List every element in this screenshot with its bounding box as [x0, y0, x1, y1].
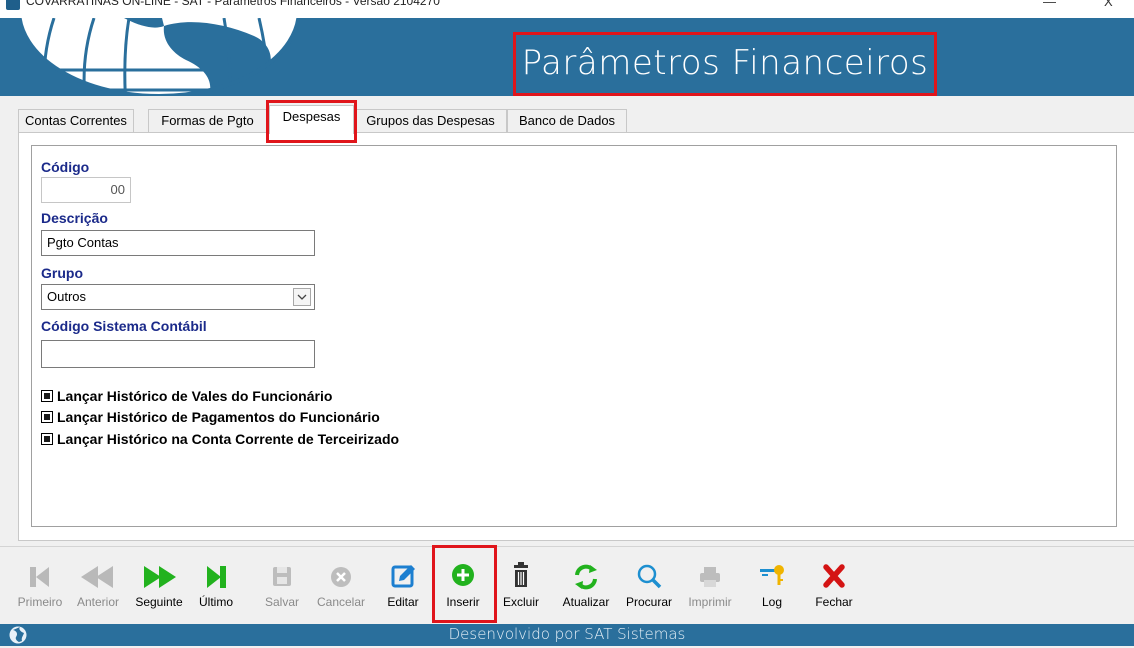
ultimo-button[interactable]: Último [193, 559, 239, 609]
globe-logo [14, 18, 304, 96]
app-icon [6, 0, 20, 10]
codigo-contabil-field[interactable] [41, 340, 315, 368]
window-title: COVARRATINAS ON-LINE - SAT - Parâmetros … [26, 0, 440, 8]
status-text: Desenvolvido por SAT Sistemas [448, 625, 686, 643]
refresh-icon [554, 559, 618, 593]
key-icon [757, 559, 787, 593]
primeiro-button[interactable]: Primeiro [12, 559, 68, 609]
check-vales-funcionario[interactable]: Lançar Histórico de Vales do Funcionário [41, 388, 332, 404]
cancelar-button[interactable]: Cancelar [310, 559, 372, 609]
tab-formas-de-pgto[interactable]: Formas de Pgto [148, 109, 267, 133]
check-pagamentos-label: Lançar Histórico de Pagamentos do Funcio… [57, 409, 380, 425]
form-frame [31, 145, 1117, 527]
imprimir-button[interactable]: Imprimir [683, 559, 737, 609]
last-record-icon [193, 559, 239, 593]
first-record-icon [12, 559, 68, 593]
tab-banco-de-dados[interactable]: Banco de Dados [507, 109, 627, 133]
header-title-highlight: Parâmetros Financeiros [513, 32, 937, 96]
editar-button[interactable]: Editar [380, 559, 426, 609]
check-vales-label: Lançar Histórico de Vales do Funcionário [57, 388, 333, 404]
check-pagamentos-funcionario[interactable]: Lançar Histórico de Pagamentos do Funcio… [41, 409, 380, 425]
close-window-button[interactable]: X [1104, 0, 1113, 9]
codigo-label: Código [41, 159, 90, 175]
procurar-label: Procurar [625, 595, 672, 609]
salvar-button[interactable]: Salvar [257, 559, 307, 609]
codigo-contabil-label: Código Sistema Contábil [41, 318, 207, 334]
salvar-label: Salvar [264, 595, 299, 609]
minimize-button[interactable]: — [1043, 0, 1056, 9]
grupo-select-value: Outros [47, 289, 87, 304]
codigo-field: 00 [41, 177, 131, 203]
checkbox-icon[interactable] [41, 390, 53, 402]
tab-panel [18, 132, 1134, 541]
descricao-label: Descrição [41, 210, 108, 226]
status-bar: Desenvolvido por SAT Sistemas [0, 624, 1134, 646]
atualizar-label: Atualizar [562, 595, 610, 609]
print-icon [683, 559, 737, 593]
inserir-highlight-box [432, 545, 497, 623]
check-conta-corrente-terceirizado[interactable]: Lançar Histórico na Conta Corrente de Te… [41, 431, 399, 447]
log-label: Log [761, 595, 783, 609]
save-icon [257, 559, 307, 593]
tab-contas-correntes[interactable]: Contas Correntes [18, 109, 134, 133]
trash-icon [495, 559, 547, 593]
toolbar: Primeiro Anterior Seguinte Último Salvar… [0, 546, 1134, 625]
procurar-button[interactable]: Procurar [619, 559, 679, 609]
grupo-select[interactable]: Outros [41, 284, 315, 310]
cancel-icon [310, 559, 372, 593]
header-banner: Parâmetros Financeiros [0, 18, 1134, 96]
seguinte-button[interactable]: Seguinte [128, 559, 190, 609]
checkbox-icon[interactable] [41, 433, 53, 445]
atualizar-button[interactable]: Atualizar [554, 559, 618, 609]
tab-grupos-das-despesas[interactable]: Grupos das Despesas [354, 109, 507, 133]
check-terceirizado-label: Lançar Histórico na Conta Corrente de Te… [57, 431, 400, 447]
close-icon [812, 559, 856, 593]
editar-label: Editar [387, 595, 419, 609]
imprimir-label: Imprimir [688, 595, 732, 609]
ultimo-label: Último [198, 595, 233, 609]
cancelar-label: Cancelar [316, 595, 366, 609]
descricao-field[interactable]: Pgto Contas [41, 230, 315, 256]
anterior-label: Anterior [76, 595, 120, 609]
window-titlebar: COVARRATINAS ON-LINE - SAT - Parâmetros … [0, 0, 1134, 18]
fechar-button[interactable]: Fechar [812, 559, 856, 609]
seguinte-label: Seguinte [135, 595, 183, 609]
edit-icon [380, 559, 426, 593]
tab-highlight-box [266, 100, 357, 143]
page-title: Parâmetros Financeiros [521, 43, 929, 83]
next-record-icon [128, 559, 190, 593]
grupo-label: Grupo [41, 265, 83, 281]
search-icon [619, 559, 679, 593]
excluir-label: Excluir [502, 595, 539, 609]
primeiro-label: Primeiro [17, 595, 63, 609]
log-button[interactable]: Log [757, 559, 787, 609]
previous-record-icon [70, 559, 126, 593]
anterior-button[interactable]: Anterior [70, 559, 126, 609]
excluir-button[interactable]: Excluir [495, 559, 547, 609]
fechar-label: Fechar [815, 595, 853, 609]
chevron-down-icon[interactable] [293, 288, 311, 306]
checkbox-icon[interactable] [41, 411, 53, 423]
